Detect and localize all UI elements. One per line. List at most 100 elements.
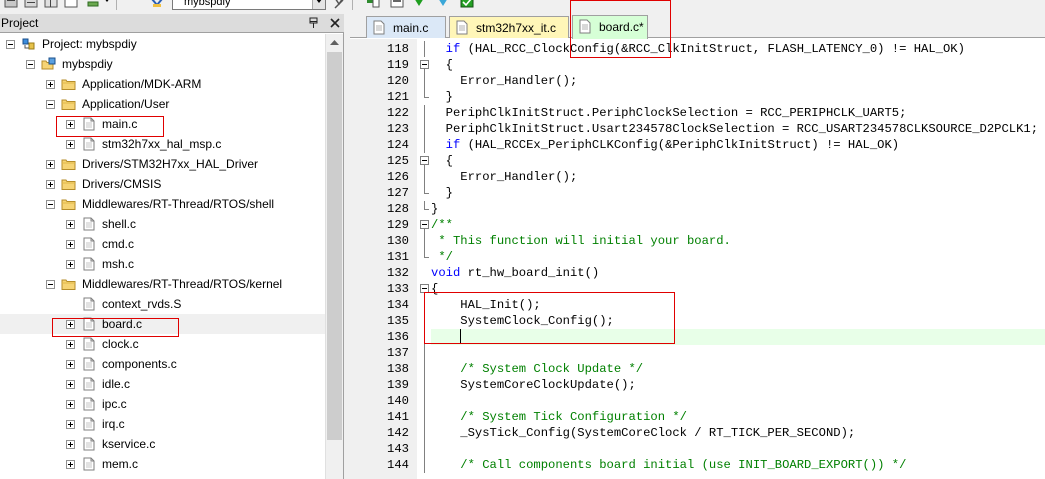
code-line[interactable]: if (HAL_RCC_ClockConfig(&RCC_ClkInitStru… xyxy=(431,41,1045,57)
code-line[interactable]: SystemCoreClockUpdate(); xyxy=(431,377,1045,393)
file-extensions-icon[interactable] xyxy=(390,0,404,10)
code-line[interactable]: { xyxy=(431,281,1045,297)
fold-collapse-icon[interactable] xyxy=(420,156,429,165)
code-line[interactable] xyxy=(431,329,1045,345)
code-line[interactable] xyxy=(431,345,1045,361)
runtime-environment-icon[interactable] xyxy=(460,0,474,10)
code-line[interactable]: } xyxy=(431,201,1045,217)
target-select[interactable]: mybspdiy xyxy=(172,0,326,10)
batch-build-icon[interactable] xyxy=(44,0,58,10)
expand-icon[interactable] xyxy=(66,320,75,329)
load-icon[interactable] xyxy=(86,0,100,10)
target-settings-icon[interactable] xyxy=(332,0,346,10)
dropdown-arrow-icon[interactable] xyxy=(104,0,110,4)
project-tree-scrollbar[interactable] xyxy=(325,34,343,479)
tree-item[interactable]: kservice.c xyxy=(0,434,325,454)
expand-icon[interactable] xyxy=(66,140,75,149)
code-line[interactable]: PeriphClkInitStruct.PeriphClockSelection… xyxy=(431,105,1045,121)
fold-collapse-icon[interactable] xyxy=(420,220,429,229)
expand-icon[interactable] xyxy=(46,160,55,169)
expand-icon[interactable] xyxy=(66,400,75,409)
pack-installer-icon[interactable] xyxy=(436,0,450,10)
code-line[interactable]: PeriphClkInitStruct.Usart234578ClockSele… xyxy=(431,121,1045,137)
tree-item[interactable]: context_rvds.S xyxy=(0,294,325,314)
code-line[interactable]: */ xyxy=(431,249,1045,265)
tree-item[interactable]: irq.c xyxy=(0,414,325,434)
expand-icon[interactable] xyxy=(66,240,75,249)
tree-item[interactable]: Middlewares/RT-Thread/RTOS/shell xyxy=(0,194,325,214)
tree-item[interactable]: Drivers/STM32H7xx_HAL_Driver xyxy=(0,154,325,174)
code-line[interactable]: Error_Handler(); xyxy=(431,73,1045,89)
collapse-icon[interactable] xyxy=(26,60,35,69)
expand-icon[interactable] xyxy=(66,340,75,349)
code-line[interactable]: HAL_Init(); xyxy=(431,297,1045,313)
code-line[interactable]: _SysTick_Config(SystemCoreClock / RT_TIC… xyxy=(431,425,1045,441)
expand-icon[interactable] xyxy=(66,460,75,469)
scroll-up-arrow-icon[interactable] xyxy=(326,34,343,51)
code-line[interactable] xyxy=(431,393,1045,409)
build-icon[interactable] xyxy=(4,0,18,10)
tree-item[interactable]: Project: mybspdiy xyxy=(0,34,325,54)
expand-icon[interactable] xyxy=(66,420,75,429)
tree-item[interactable]: Application/User xyxy=(0,94,325,114)
code-line[interactable]: void rt_hw_board_init() xyxy=(431,265,1045,281)
code-line[interactable]: Error_Handler(); xyxy=(431,169,1045,185)
tab-main-c[interactable]: main.c xyxy=(366,16,446,38)
fold-collapse-icon[interactable] xyxy=(420,60,429,69)
expand-icon[interactable] xyxy=(66,440,75,449)
tab-board-c[interactable]: board.c* xyxy=(572,15,648,39)
code-line[interactable]: if (HAL_RCCEx_PeriphCLKConfig(&PeriphClk… xyxy=(431,137,1045,153)
tree-item[interactable]: components.c xyxy=(0,354,325,374)
code-line[interactable]: { xyxy=(431,57,1045,73)
collapse-icon[interactable] xyxy=(46,100,55,109)
target-select-dropdown-button[interactable] xyxy=(312,0,325,9)
code-line[interactable]: /** xyxy=(431,217,1045,233)
target-options-icon[interactable] xyxy=(150,0,164,10)
code-line[interactable]: SystemClock_Config(); xyxy=(431,313,1045,329)
expand-icon[interactable] xyxy=(66,360,75,369)
scrollbar-thumb[interactable] xyxy=(327,52,342,440)
expand-icon[interactable] xyxy=(66,380,75,389)
collapse-icon[interactable] xyxy=(6,40,15,49)
code-line[interactable]: } xyxy=(431,89,1045,105)
tree-item[interactable]: idle.c xyxy=(0,374,325,394)
collapse-icon[interactable] xyxy=(46,280,55,289)
pin-icon[interactable] xyxy=(306,16,321,30)
tree-item[interactable]: Middlewares/RT-Thread/RTOS/kernel xyxy=(0,274,325,294)
manage-project-icon[interactable] xyxy=(366,0,380,10)
tree-item[interactable]: stm32h7xx_hal_msp.c xyxy=(0,134,325,154)
select-packs-icon[interactable] xyxy=(412,0,426,10)
expand-icon[interactable] xyxy=(46,80,55,89)
code-line[interactable]: /* Call components board initial (use IN… xyxy=(431,457,1045,473)
close-icon[interactable] xyxy=(328,16,342,30)
tree-item[interactable]: ipc.c xyxy=(0,394,325,414)
code-line[interactable]: * This function will initial your board. xyxy=(431,233,1045,249)
tree-item[interactable]: shell.c xyxy=(0,214,325,234)
tree-item[interactable]: clock.c xyxy=(0,334,325,354)
tree-item[interactable]: Drivers/CMSIS xyxy=(0,174,325,194)
breakpoint-margin[interactable] xyxy=(350,39,362,479)
code-area[interactable]: if (HAL_RCC_ClockConfig(&RCC_ClkInitStru… xyxy=(431,39,1045,479)
fold-collapse-icon[interactable] xyxy=(420,284,429,293)
tab-stm32h7xx-it-c[interactable]: stm32h7xx_it.c xyxy=(449,16,569,38)
tree-item[interactable]: mybspdiy xyxy=(0,54,325,74)
tree-item[interactable]: mem.c xyxy=(0,454,325,474)
code-line[interactable]: } xyxy=(431,185,1045,201)
tree-item[interactable]: cmd.c xyxy=(0,234,325,254)
code-line[interactable]: /* System Tick Configuration */ xyxy=(431,409,1045,425)
expand-icon[interactable] xyxy=(66,220,75,229)
expand-icon[interactable] xyxy=(66,260,75,269)
code-line[interactable]: /* System Clock Update */ xyxy=(431,361,1045,377)
tree-item[interactable]: board.c xyxy=(0,314,325,334)
tree-item[interactable]: main.c xyxy=(0,114,325,134)
code-line[interactable]: { xyxy=(431,153,1045,169)
rebuild-icon[interactable] xyxy=(24,0,38,10)
tree-item[interactable]: Application/MDK-ARM xyxy=(0,74,325,94)
file-icon xyxy=(83,377,95,391)
expand-icon[interactable] xyxy=(46,180,55,189)
expand-icon[interactable] xyxy=(66,120,75,129)
code-line[interactable] xyxy=(431,441,1045,457)
window-icon[interactable] xyxy=(64,0,78,10)
tree-item[interactable]: msh.c xyxy=(0,254,325,274)
collapse-icon[interactable] xyxy=(46,200,55,209)
